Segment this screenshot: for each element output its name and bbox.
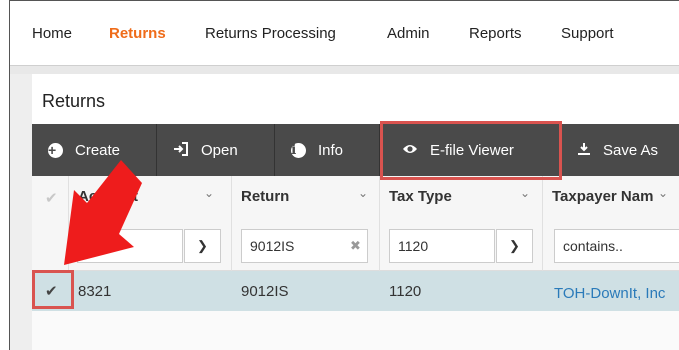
annotation-arrow-icon (64, 160, 142, 265)
